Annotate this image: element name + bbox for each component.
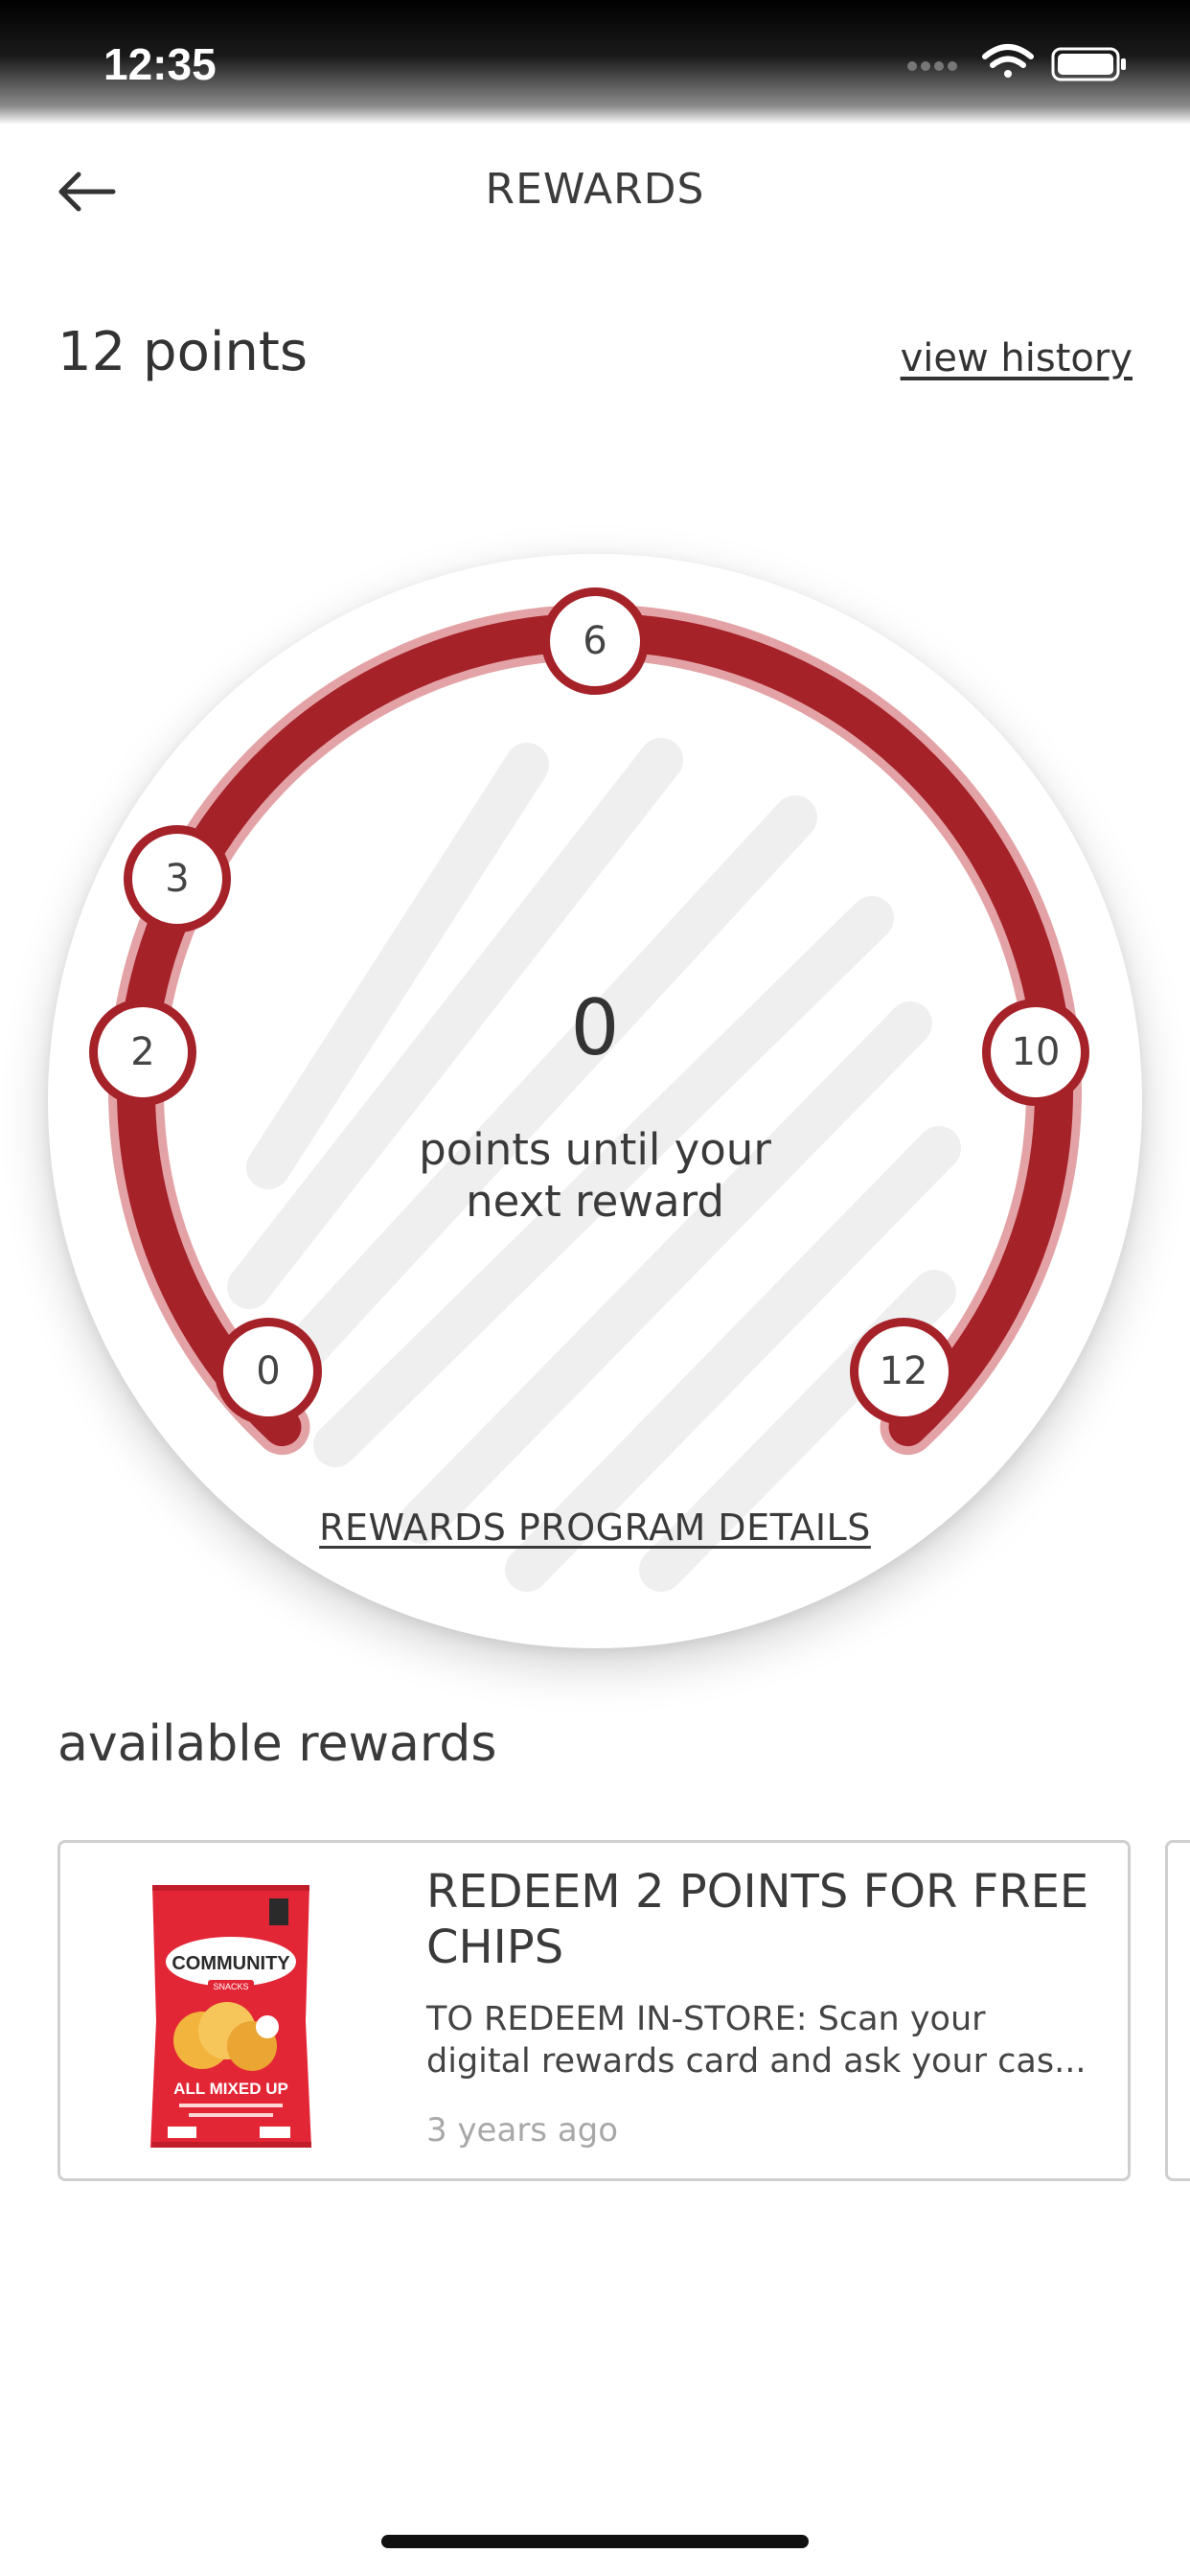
rewards-program-details-link[interactable]: REWARDS PROGRAM DETAILS [48, 1506, 1142, 1549]
milestone-6: 6 [541, 587, 649, 695]
chip-bag-image: COMMUNITY SNACKS ALL MIXED UP [150, 1885, 311, 2148]
milestone-0: 0 [215, 1318, 322, 1425]
milestone-12: 12 [850, 1318, 957, 1425]
reward-card[interactable]: COMMUNITY SNACKS ALL MIXED UP REDEEM 2 P… [57, 1840, 1131, 2181]
points-until-reward-value: 0 [570, 983, 620, 1072]
status-icons [907, 44, 1126, 81]
status-bar: 12:35 [0, 0, 1190, 125]
next-reward-card-peek[interactable] [1165, 1840, 1190, 2181]
battery-icon [1051, 47, 1126, 81]
signal-icon [907, 61, 957, 71]
gauge-ring [108, 604, 1082, 1592]
page-title: REWARDS [485, 165, 705, 214]
reward-description: TO REDEEM IN-STORE: Scan your digital re… [426, 2000, 1087, 2081]
nav-bar: REWARDS [0, 144, 1190, 240]
points-until-reward-caption: points until your next reward [419, 1124, 771, 1227]
chip-bag-brand: COMMUNITY [172, 1953, 290, 1974]
points-total: 12 points [57, 321, 309, 383]
status-time: 12:35 [103, 39, 217, 89]
milestone-3: 3 [124, 825, 231, 932]
wifi-icon [982, 44, 1034, 78]
view-history-link[interactable]: view history [901, 336, 1133, 380]
home-indicator[interactable] [381, 2535, 809, 2548]
available-rewards-title: available rewards [57, 1715, 497, 1773]
reward-title: REDEEM 2 POINTS FOR FREE CHIPS [426, 1865, 1089, 1974]
chip-bag-flavor: ALL MIXED UP [173, 2080, 288, 2098]
rewards-gauge: 0 2 3 6 10 12 0 points until your next r… [48, 554, 1142, 1648]
reward-timestamp: 3 years ago [426, 2111, 619, 2150]
points-row: 12 points view history [57, 321, 1133, 398]
chip-bag-sub: SNACKS [213, 1982, 248, 1991]
